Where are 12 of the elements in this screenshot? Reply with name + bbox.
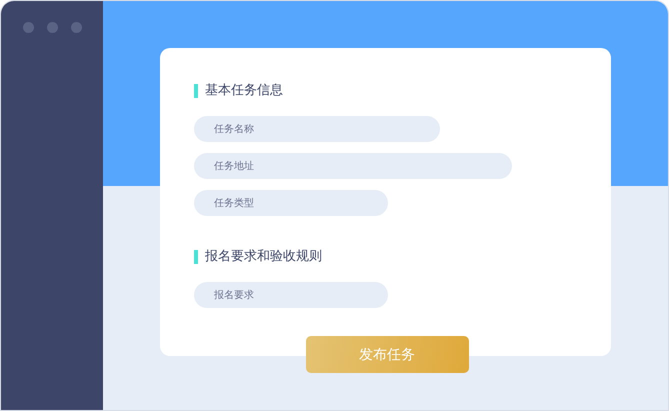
input-field[interactable]: 任务类型: [194, 190, 388, 216]
input-field[interactable]: 任务地址: [194, 153, 512, 179]
window-dot-icon: [23, 22, 34, 33]
window-dot-icon: [47, 22, 58, 33]
publish-button[interactable]: 发布任务: [306, 336, 468, 373]
section-title: 报名要求和验收规则: [205, 248, 322, 266]
input-field[interactable]: 报名要求: [194, 282, 388, 308]
section-title: 基本任务信息: [205, 82, 283, 100]
section-accent-bar: [194, 250, 198, 264]
section-accent-bar: [194, 84, 198, 98]
input-field[interactable]: 任务名称: [194, 116, 440, 142]
window-dot-icon: [71, 22, 82, 33]
